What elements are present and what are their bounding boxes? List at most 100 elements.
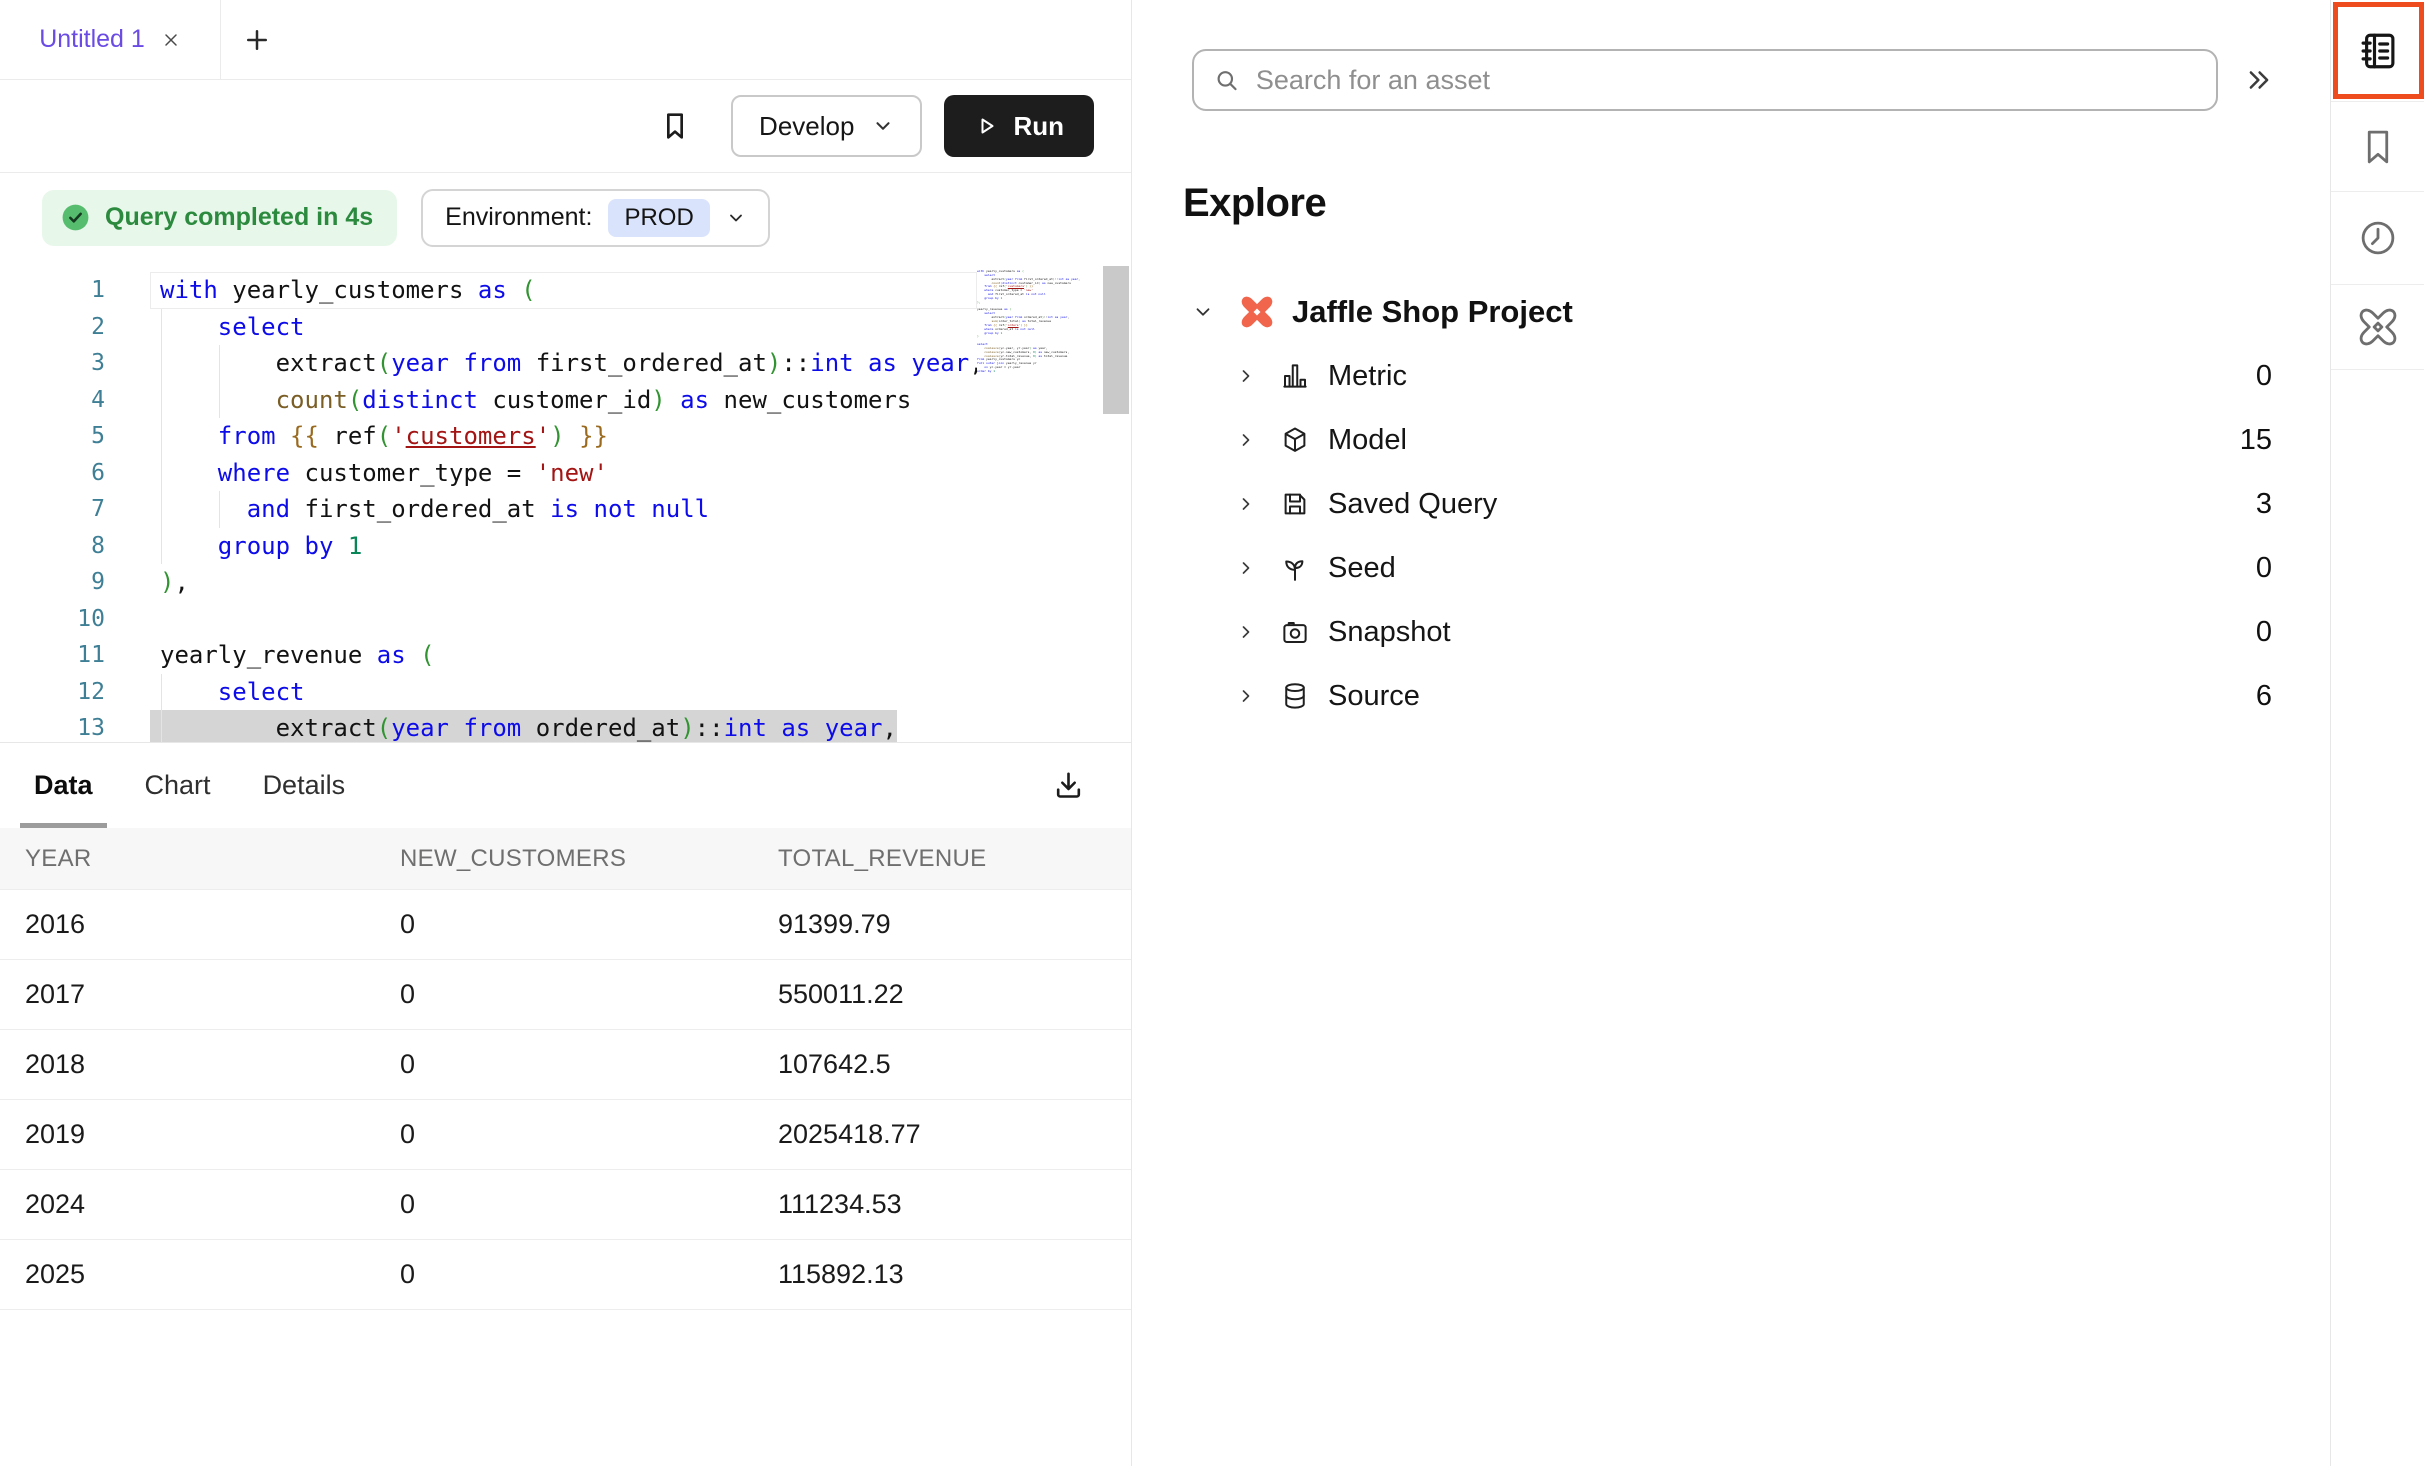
column-header: NEW_CUSTOMERS bbox=[375, 845, 753, 873]
editor-minimap[interactable]: with yearly_customers as ( select extrac… bbox=[977, 270, 1097, 730]
explore-panel: Explore Jaffle Shop Project Metric 0 Model… bbox=[1132, 0, 2330, 1466]
chevron-down-icon bbox=[1192, 301, 1214, 323]
chevron-right-icon bbox=[1236, 430, 1256, 450]
icon-rail bbox=[2330, 0, 2424, 1466]
search-input[interactable] bbox=[1256, 65, 2196, 96]
tree-item-source[interactable]: Source6 bbox=[1132, 664, 2330, 728]
develop-dropdown[interactable]: Develop bbox=[731, 95, 922, 157]
asset-search-box[interactable] bbox=[1192, 49, 2218, 111]
environment-selector[interactable]: Environment: PROD bbox=[421, 189, 770, 247]
environment-label: Environment: bbox=[445, 203, 592, 232]
editor-scrollbar[interactable] bbox=[1103, 266, 1129, 414]
results-tab-chart[interactable]: Chart bbox=[131, 743, 225, 828]
rail-bookmark-button[interactable] bbox=[2331, 102, 2424, 192]
line-number: 12 bbox=[0, 674, 150, 711]
code-line[interactable]: and first_ordered_at is not null bbox=[150, 491, 977, 528]
table-cell: 2025418.77 bbox=[753, 1119, 1131, 1150]
seed-icon bbox=[1280, 553, 1310, 583]
query-status-text: Query completed in 4s bbox=[105, 203, 373, 232]
double-chevron-right-icon bbox=[2244, 65, 2274, 95]
new-tab-button[interactable] bbox=[221, 0, 293, 79]
indent-guide bbox=[161, 309, 162, 565]
search-icon bbox=[1214, 67, 1240, 94]
explore-title: Explore bbox=[1183, 181, 2330, 226]
tree-item-model[interactable]: Model15 bbox=[1132, 408, 2330, 472]
run-label: Run bbox=[1013, 111, 1064, 142]
sql-editor[interactable]: 12345678910111213 with yearly_customers … bbox=[0, 262, 1131, 742]
tree-item-seed[interactable]: Seed0 bbox=[1132, 536, 2330, 600]
download-icon bbox=[1052, 769, 1085, 802]
tree-item-count: 0 bbox=[2256, 360, 2272, 393]
project-name: Jaffle Shop Project bbox=[1292, 294, 1573, 330]
chevron-right-icon bbox=[1236, 366, 1256, 386]
code-line[interactable]: where customer_type = 'new' bbox=[150, 455, 977, 492]
tree-item-snapshot[interactable]: Snapshot0 bbox=[1132, 600, 2330, 664]
tree-item-label: Source bbox=[1328, 680, 1420, 713]
code-line[interactable] bbox=[150, 601, 977, 638]
table-cell: 2018 bbox=[0, 1049, 375, 1080]
table-row: 2016091399.79 bbox=[0, 890, 1131, 960]
tree-item-metric[interactable]: Metric 0 bbox=[1132, 344, 2330, 408]
results-tab-data[interactable]: Data bbox=[20, 743, 107, 828]
line-number: 13 bbox=[0, 710, 150, 742]
run-button[interactable]: Run bbox=[944, 95, 1094, 157]
tree-item-label: Snapshot bbox=[1328, 616, 1451, 649]
code-line[interactable]: extract(year from ordered_at)::int as ye… bbox=[150, 710, 977, 742]
table-cell: 2024 bbox=[0, 1189, 375, 1220]
code-line[interactable]: from {{ ref('customers') }} bbox=[150, 418, 977, 455]
table-cell: 115892.13 bbox=[753, 1259, 1131, 1290]
close-tab-icon[interactable] bbox=[161, 30, 181, 50]
rail-catalog-button[interactable] bbox=[2331, 0, 2424, 102]
query-status-row: Query completed in 4s Environment: PROD bbox=[0, 173, 1131, 262]
code-line[interactable]: select bbox=[150, 674, 977, 711]
metric-icon bbox=[1280, 361, 1310, 391]
line-number: 10 bbox=[0, 601, 150, 638]
table-cell: 2019 bbox=[0, 1119, 375, 1150]
code-line[interactable]: yearly_revenue as ( bbox=[150, 637, 977, 674]
code-line[interactable]: count(distinct customer_id) as new_custo… bbox=[150, 382, 977, 419]
model-icon bbox=[1280, 425, 1310, 455]
catalog-icon bbox=[2357, 30, 2399, 72]
project-row[interactable]: Jaffle Shop Project bbox=[1132, 280, 2330, 344]
tree-item-count: 0 bbox=[2256, 552, 2272, 585]
table-row: 20240111234.53 bbox=[0, 1170, 1131, 1240]
bookmark-icon bbox=[659, 110, 691, 142]
tree-item-saved-query[interactable]: Saved Query3 bbox=[1132, 472, 2330, 536]
code-line[interactable]: with yearly_customers as ( bbox=[150, 272, 977, 309]
line-number: 11 bbox=[0, 637, 150, 674]
asset-tree: Jaffle Shop Project Metric 0 Model15Saved … bbox=[1132, 280, 2330, 728]
table-header-row: YEARNEW_CUSTOMERSTOTAL_REVENUE bbox=[0, 828, 1131, 890]
chevron-right-icon bbox=[1236, 622, 1256, 642]
rail-history-button[interactable] bbox=[2331, 192, 2424, 285]
table-row: 201902025418.77 bbox=[0, 1100, 1131, 1170]
indent-guide bbox=[161, 674, 162, 743]
table-cell: 107642.5 bbox=[753, 1049, 1131, 1080]
check-circle-icon bbox=[60, 202, 91, 233]
file-tab-bar: Untitled 1 bbox=[0, 0, 1131, 80]
asset-search-row bbox=[1132, 0, 2330, 111]
dbt-studio-app: Untitled 1 Develop Run Query c bbox=[0, 0, 2424, 1466]
collapse-panel-button[interactable] bbox=[2244, 65, 2274, 95]
code-line[interactable]: select bbox=[150, 309, 977, 346]
table-cell: 2017 bbox=[0, 979, 375, 1010]
code-line[interactable]: group by 1 bbox=[150, 528, 977, 565]
bookmark-icon bbox=[2357, 126, 2399, 168]
dbt-logo-icon bbox=[2357, 306, 2399, 348]
results-tab-details[interactable]: Details bbox=[249, 743, 360, 828]
code-line[interactable]: extract(year from first_ordered_at)::int… bbox=[150, 345, 977, 382]
line-number: 4 bbox=[0, 382, 150, 419]
tree-item-label: Model bbox=[1328, 424, 1407, 457]
source-icon bbox=[1280, 681, 1310, 711]
tree-item-label: Metric bbox=[1328, 360, 1407, 393]
table-cell: 111234.53 bbox=[753, 1189, 1131, 1220]
chevron-down-icon bbox=[726, 208, 746, 228]
table-cell: 91399.79 bbox=[753, 909, 1131, 940]
plus-icon bbox=[242, 25, 272, 55]
rail-dbt-logo-button[interactable] bbox=[2331, 285, 2424, 370]
bookmark-query-button[interactable] bbox=[659, 110, 691, 142]
file-tab-untitled[interactable]: Untitled 1 bbox=[0, 0, 221, 79]
chevron-right-icon bbox=[1236, 558, 1256, 578]
code-line[interactable]: ), bbox=[150, 564, 977, 601]
download-results-button[interactable] bbox=[1052, 743, 1085, 828]
editor-code[interactable]: with yearly_customers as ( select extrac… bbox=[150, 272, 977, 742]
